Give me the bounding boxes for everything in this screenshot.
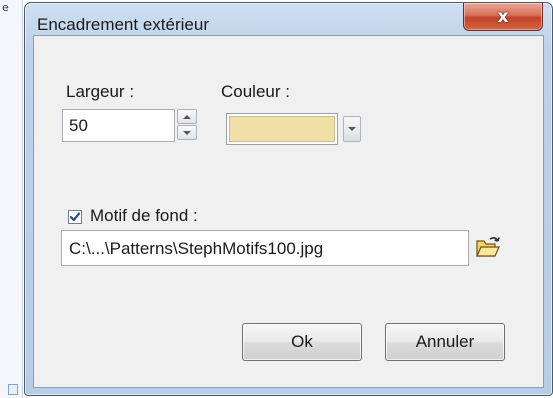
checkmark-icon bbox=[69, 212, 81, 222]
background-app-window: e bbox=[0, 0, 23, 398]
color-dropdown-button[interactable] bbox=[343, 116, 361, 142]
close-icon: x bbox=[497, 6, 509, 27]
chevron-down-icon bbox=[348, 127, 356, 131]
spin-down-button[interactable] bbox=[177, 125, 197, 140]
color-label: Couleur : bbox=[221, 82, 290, 101]
close-button[interactable]: x bbox=[463, 3, 543, 31]
pattern-path-input[interactable]: C:\...\Patterns\StephMotifs100.jpg bbox=[61, 230, 469, 266]
dialog-title: Encadrement extérieur bbox=[37, 15, 209, 34]
ok-button[interactable]: Ok bbox=[242, 323, 362, 361]
width-label: Largeur : bbox=[66, 82, 135, 101]
width-spinner bbox=[177, 109, 199, 142]
pattern-checkbox[interactable] bbox=[68, 210, 82, 224]
browse-button[interactable] bbox=[475, 235, 501, 259]
background-text: e bbox=[2, 1, 9, 14]
width-input[interactable]: 50 bbox=[62, 109, 175, 142]
dialog-content: Largeur : Couleur : 50 Motif de fond : C… bbox=[33, 35, 544, 388]
color-picker[interactable] bbox=[226, 113, 338, 145]
dialog-window: Encadrement extérieur x Largeur : Couleu… bbox=[24, 2, 553, 396]
pattern-label: Motif de fond : bbox=[90, 206, 198, 225]
chevron-down-icon bbox=[183, 130, 191, 135]
color-swatch bbox=[229, 116, 335, 142]
background-control bbox=[8, 384, 18, 395]
chevron-up-icon bbox=[183, 114, 191, 119]
cancel-button[interactable]: Annuler bbox=[385, 323, 505, 361]
open-folder-icon bbox=[476, 237, 500, 257]
spin-up-button[interactable] bbox=[177, 109, 197, 124]
